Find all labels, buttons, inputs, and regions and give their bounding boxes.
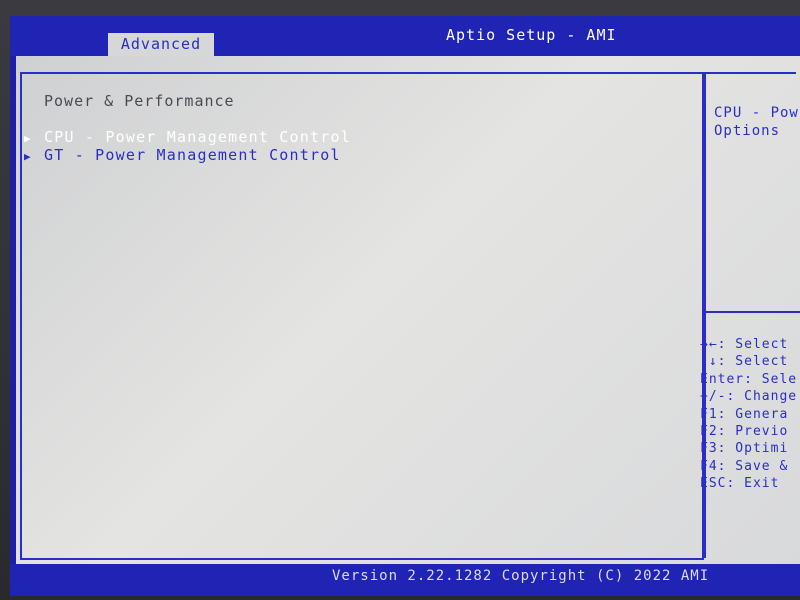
help-description: CPU - Pow Options — [714, 104, 800, 140]
help-divider — [704, 311, 800, 313]
footer-bar: Version 2.22.1282 Copyright (C) 2022 AMI — [10, 564, 800, 596]
section-title: Power & Performance — [44, 92, 235, 110]
key-hint-up-down: ↑↓: Select — [700, 354, 789, 370]
help-line: CPU - Pow — [714, 105, 799, 121]
app-title: Aptio Setup - AMI — [446, 26, 617, 44]
submenu-triangle-icon: ▶ — [24, 150, 32, 163]
key-hint-f3: F3: Optimi — [700, 441, 789, 457]
key-hint-f1: F1: Genera — [700, 406, 789, 422]
submenu-triangle-icon: ▶ — [24, 132, 32, 145]
help-line: Options — [714, 123, 781, 139]
menu-item-label: GT - Power Management Control — [44, 146, 341, 164]
key-hint-esc: ESC: Exit — [700, 476, 780, 492]
menu-item-gt-power-management[interactable]: ▶ GT - Power Management Control — [24, 146, 341, 164]
header-bar: Advanced Aptio Setup - AMI — [10, 16, 800, 56]
key-hint-plus-minus: +/-: Change — [700, 389, 798, 405]
main-body: Power & Performance ▶ CPU - Power Managem… — [16, 56, 800, 572]
key-hint-f4: F4: Save & — [700, 458, 789, 474]
version-text: Version 2.22.1282 Copyright (C) 2022 AMI — [332, 568, 710, 584]
menu-item-cpu-power-management[interactable]: ▶ CPU - Power Management Control — [24, 128, 351, 146]
menu-item-label: CPU - Power Management Control — [44, 128, 351, 146]
key-hint-left-right: →←: Select — [700, 337, 789, 352]
tab-advanced[interactable]: Advanced — [108, 33, 214, 56]
monitor-bezel: Advanced Aptio Setup - AMI Power & Perfo… — [0, 0, 800, 600]
key-hint-f2: F2: Previo — [700, 424, 789, 440]
key-hint-enter: Enter: Sele — [700, 371, 798, 387]
bios-screen: Advanced Aptio Setup - AMI Power & Perfo… — [10, 16, 800, 596]
key-legend: →←: Select ↑↓: Select Enter: Sele +/-: C… — [700, 336, 800, 493]
